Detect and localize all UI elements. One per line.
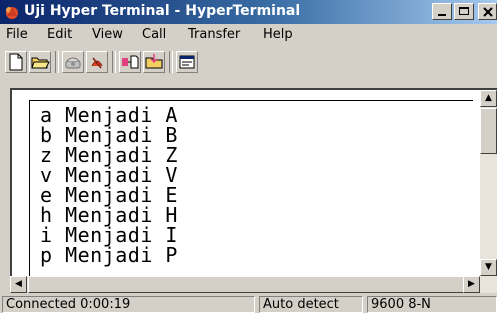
menu-help[interactable]: Help [263, 27, 293, 42]
horizontal-scrollbar[interactable]: ◀ ▶ [10, 276, 497, 293]
open-button[interactable] [29, 51, 51, 73]
properties-button[interactable] [176, 51, 198, 73]
scroll-down-button[interactable]: ▼ [480, 259, 497, 276]
terminal-text-area[interactable]: a Menjadi A b Menjadi B z Menjadi Z v Me… [29, 100, 473, 276]
receive-button[interactable] [143, 51, 165, 73]
close-button[interactable] [478, 3, 497, 20]
arrow-right-icon: ▶ [468, 279, 475, 289]
menu-edit[interactable]: Edit [47, 27, 72, 42]
send-file-icon [122, 55, 139, 69]
menu-file[interactable]: File [6, 27, 28, 42]
menu-transfer[interactable]: Transfer [188, 27, 240, 42]
send-button[interactable] [119, 51, 141, 73]
scroll-up-button[interactable]: ▲ [480, 90, 497, 107]
toolbar-separator [112, 51, 116, 73]
arrow-left-icon: ◀ [15, 279, 22, 289]
open-folder-icon [31, 57, 50, 69]
disconnect-button[interactable] [86, 51, 108, 73]
hyperterminal-app-icon[interactable] [4, 4, 20, 20]
vertical-scrollbar[interactable]: ▲ ▼ [480, 90, 497, 276]
arrow-down-icon: ▼ [485, 262, 492, 272]
menu-bar: File Edit View Call Transfer Help [0, 25, 497, 45]
toolbar [0, 48, 497, 74]
terminal-window[interactable]: a Menjadi A b Menjadi B z Menjadi Z v Me… [10, 88, 497, 276]
toolbar-separator [169, 51, 173, 73]
hangup-icon [91, 57, 103, 69]
connection-status: Connected 0:00:19 [2, 296, 255, 313]
minimize-button[interactable] [432, 3, 452, 20]
port-settings-status: 9600 8-N [367, 296, 497, 313]
new-document-icon [9, 53, 23, 71]
receive-file-icon [145, 54, 163, 69]
scroll-right-button[interactable]: ▶ [463, 276, 480, 293]
maximize-button[interactable] [454, 3, 474, 20]
toolbar-separator [55, 51, 59, 73]
detect-status: Auto detect [259, 296, 363, 313]
menu-view[interactable]: View [92, 27, 123, 42]
vertical-scroll-thumb[interactable] [480, 108, 497, 154]
close-icon [483, 7, 493, 17]
horizontal-scroll-thumb[interactable] [28, 276, 468, 293]
arrow-up-icon: ▲ [485, 93, 492, 103]
connect-button[interactable] [62, 51, 84, 73]
terminal-line: p Menjadi P [40, 243, 178, 267]
status-bar: Connected 0:00:19 Auto detect 9600 8-N [0, 294, 497, 313]
minimize-icon [438, 14, 446, 16]
scroll-left-button[interactable]: ◀ [10, 276, 27, 293]
phone-icon [65, 57, 81, 69]
properties-icon [179, 55, 195, 69]
menu-call[interactable]: Call [142, 27, 166, 42]
title-bar[interactable]: Uji Hyper Terminal - HyperTerminal [0, 0, 497, 24]
new-connection-button[interactable] [5, 51, 27, 73]
window-title: Uji Hyper Terminal - HyperTerminal [24, 3, 301, 19]
maximize-icon [459, 7, 469, 15]
